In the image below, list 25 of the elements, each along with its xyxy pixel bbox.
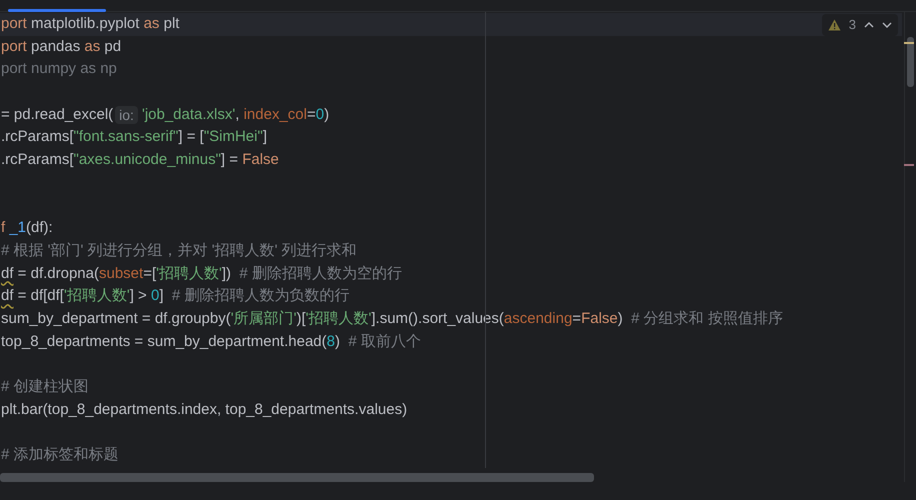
warning-icon[interactable]: [828, 18, 841, 31]
code-line: .rcParams["font.sans-serif"] = ["SimHei"]: [1, 127, 267, 148]
chevron-up-icon[interactable]: [864, 22, 874, 28]
chevron-down-icon[interactable]: [882, 22, 892, 28]
code-line: df = df[df['招聘人数'] > 0] # 删除招聘人数为负数的行: [1, 286, 350, 306]
code-line: port matplotlib.pyplot as plt: [1, 14, 180, 34]
scrollbar-thumb[interactable]: [907, 37, 914, 87]
code-line: top_8_departments = sum_by_department.head(8) # 取前八个: [1, 332, 421, 352]
error-marker[interactable]: [904, 164, 914, 166]
horizontal-scrollbar-thumb[interactable]: [0, 473, 594, 482]
warning-count: 3: [848, 16, 856, 34]
code-line: plt.bar(top_8_departments.index, top_8_departments.values): [1, 400, 408, 420]
code-line: df = df.dropna(subset=['招聘人数']) # 删除招聘人数为空的行: [1, 264, 402, 284]
parameter-hint: io:: [115, 106, 138, 124]
code-line: # 添加标签和标题: [1, 445, 119, 466]
code-line: sum_by_department = df.groupby('所属部门')['招聘人数'].sum().sort_values(ascending=False) # 分组求和 按照值排序: [1, 308, 783, 329]
code-line: port numpy as np: [1, 59, 117, 80]
code-line: = pd.read_excel(: [1, 104, 114, 125]
code-line: 'job_data.xlsx', index_col=0): [142, 104, 330, 125]
code-line: # 根据 '部门' 列进行分组，并对 '招聘人数' 列进行求和: [1, 240, 357, 261]
code-line: f _1(df):: [1, 218, 53, 238]
warning-marker[interactable]: [904, 42, 914, 44]
code-line: port pandas as pd: [1, 36, 122, 57]
code-line: .rcParams["axes.unicode_minus"] = False: [1, 150, 279, 170]
code-line: # 创建柱状图: [1, 377, 89, 398]
